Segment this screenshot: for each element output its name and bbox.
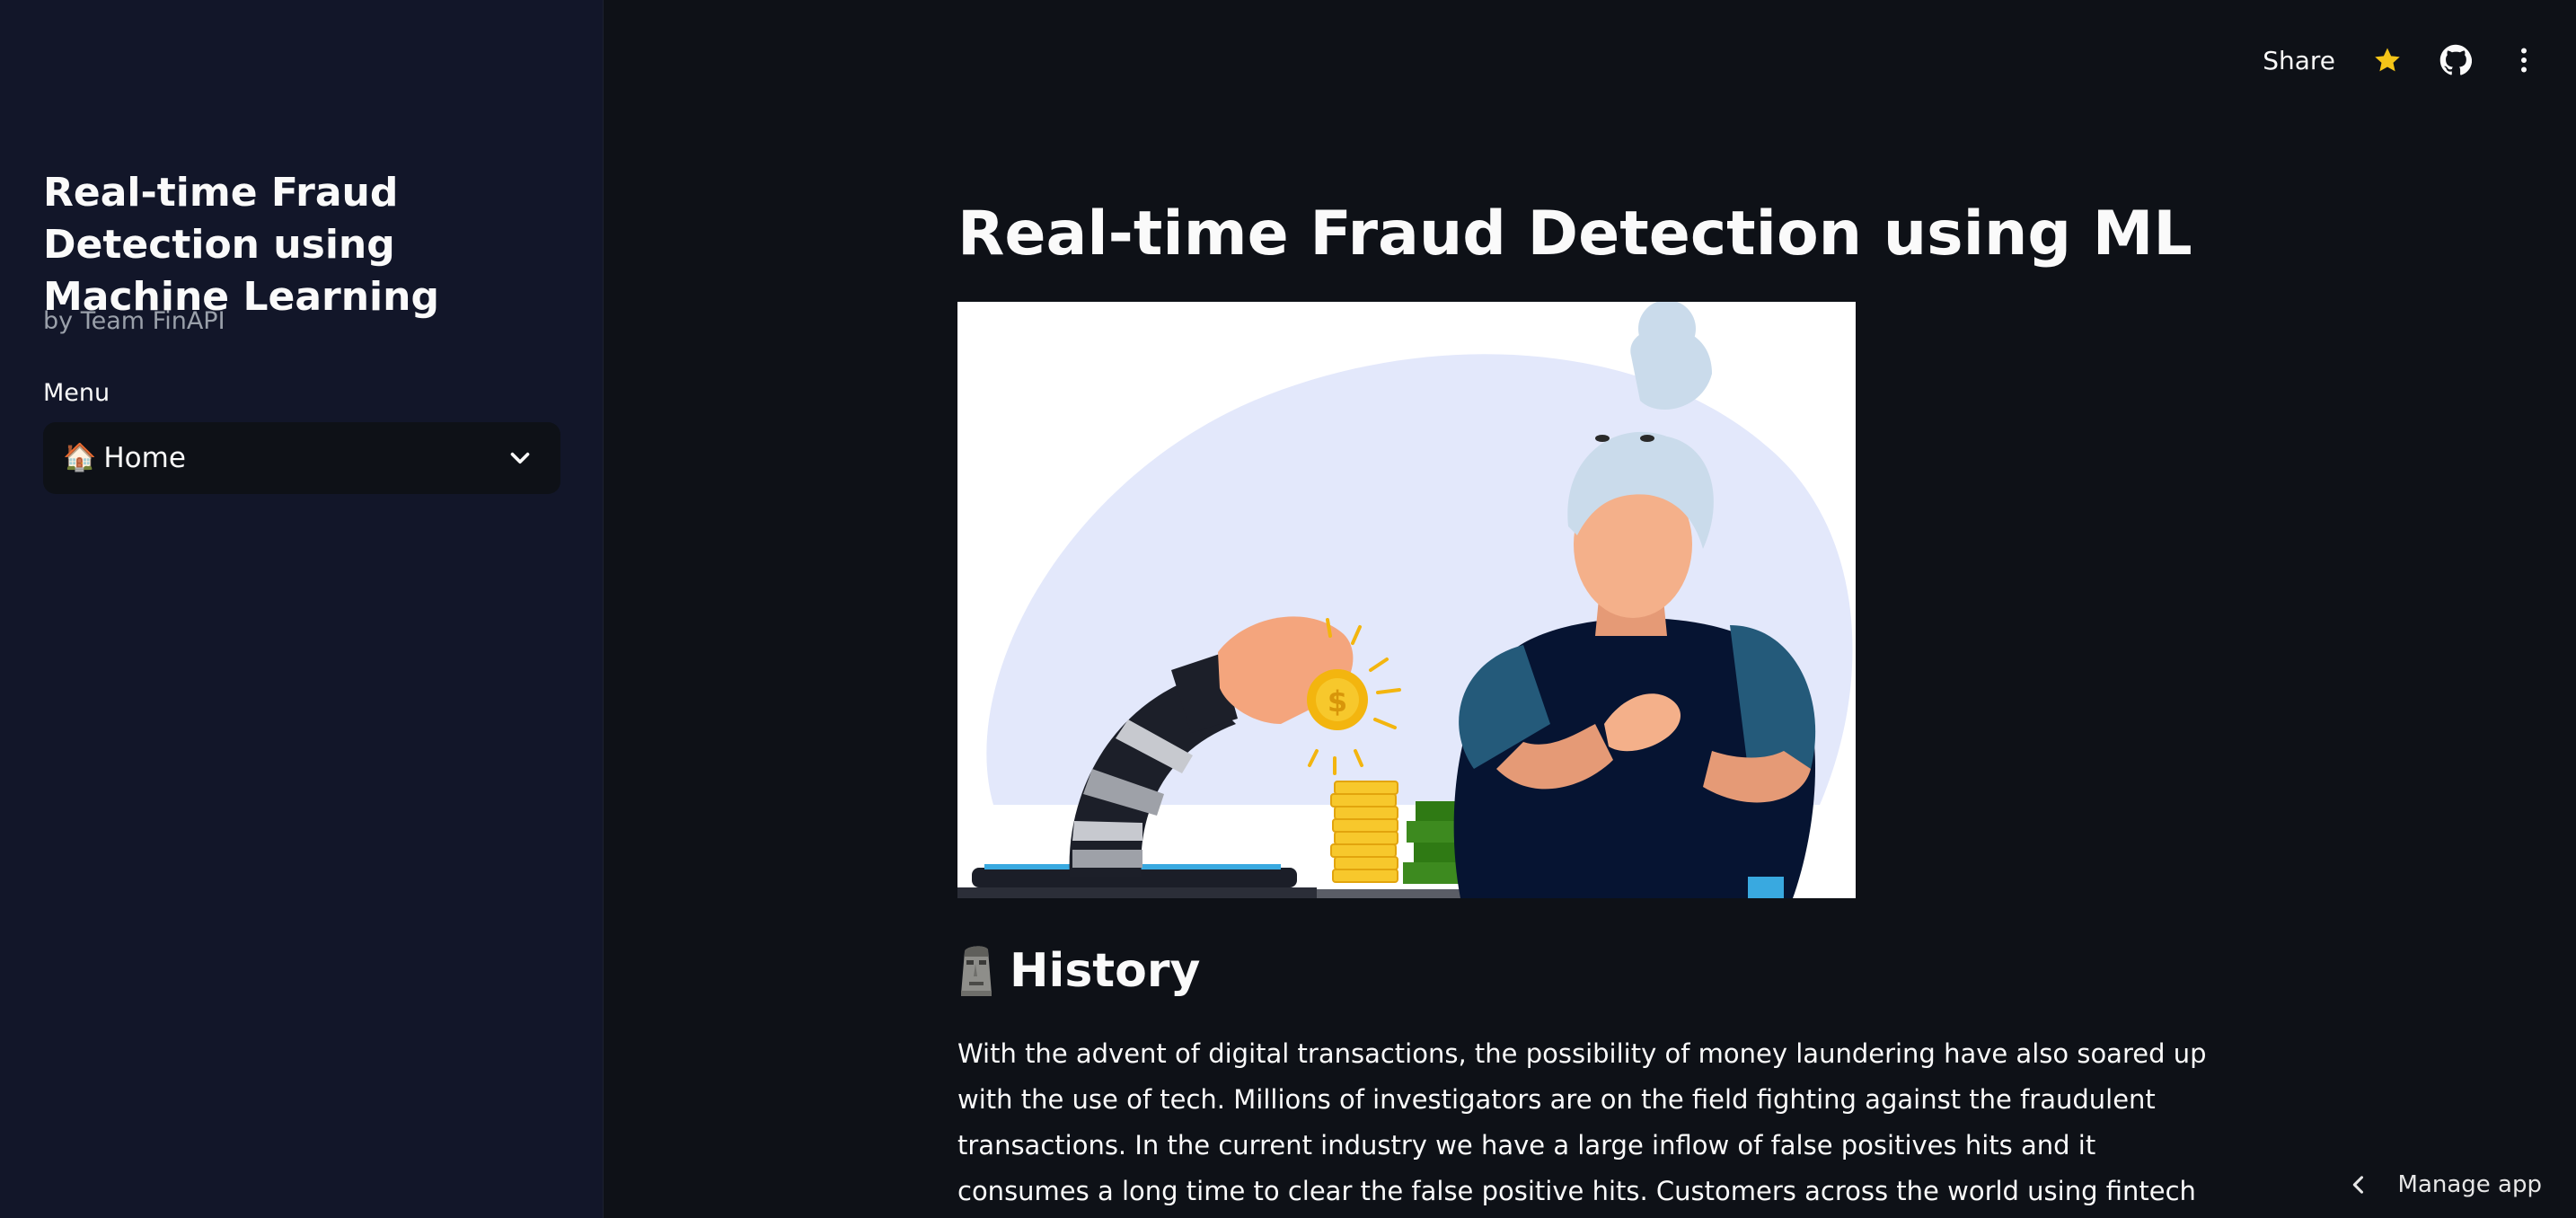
github-icon[interactable]: [2439, 44, 2472, 76]
chevron-left-icon: [2352, 1176, 2363, 1194]
menu-select-value: Home: [103, 442, 186, 474]
menu-label: Menu: [43, 379, 110, 407]
house-icon: 🏠: [63, 442, 97, 473]
chevron-down-icon: [510, 452, 530, 464]
page-title: Real-time Fraud Detection using ML: [957, 199, 2192, 269]
sidebar-title: Real-time Fraud Detection using Machine …: [43, 170, 439, 320]
svg-text:$: $: [1328, 684, 1347, 719]
menu-select[interactable]: 🏠 Home: [43, 422, 560, 494]
history-paragraph: With the advent of digital transactions,…: [957, 1038, 2207, 1206]
star-icon[interactable]: [2371, 44, 2404, 76]
manage-app-button[interactable]: Manage app: [2346, 1162, 2542, 1207]
moai-icon: [961, 946, 992, 996]
hero-image: $: [957, 302, 1856, 898]
history-heading: History: [1010, 944, 1201, 998]
share-button[interactable]: Share: [2263, 46, 2335, 75]
toolbar: Share: [2263, 36, 2540, 84]
history-heading-row: History: [957, 938, 1200, 1004]
manage-app-label: Manage app: [2397, 1171, 2542, 1198]
sidebar: Real-time Fraud Detection using Machine …: [0, 0, 604, 1218]
kebab-menu-icon[interactable]: [2508, 44, 2540, 76]
sidebar-byline: by Team FinAPI: [43, 307, 225, 335]
